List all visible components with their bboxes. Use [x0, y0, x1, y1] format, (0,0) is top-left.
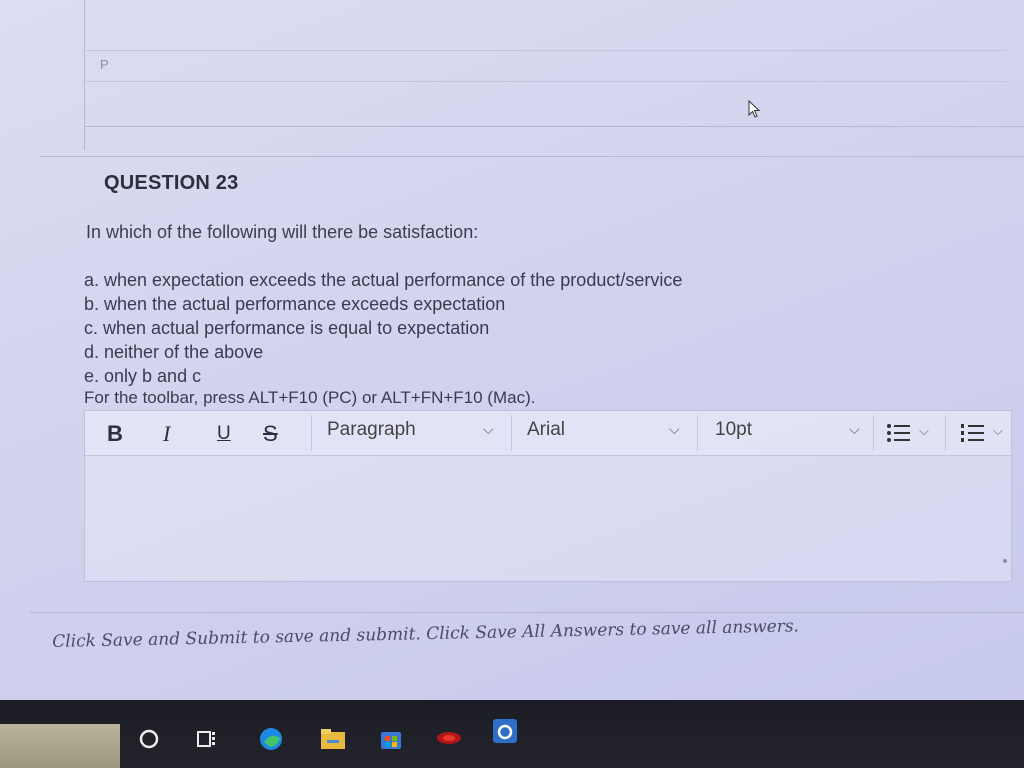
chevron-down-icon: ⌵	[993, 423, 1003, 438]
question-title: QUESTION 23	[104, 172, 239, 194]
numbered-list-button[interactable]: ⌵	[959, 419, 1011, 447]
option-c: c. when actual performance is equal to e…	[84, 318, 490, 338]
bullet-list-icon	[887, 424, 910, 442]
chevron-down-icon: ⌵	[849, 421, 860, 437]
previous-answer-text: P	[100, 57, 109, 72]
submit-instruction: Click Save and Submit to save and submit…	[52, 616, 800, 652]
resize-handle[interactable]	[1003, 559, 1007, 563]
app-icon[interactable]	[434, 724, 464, 754]
file-explorer-icon[interactable]	[318, 724, 348, 754]
answer-options: a. when expectation exceeds the actual p…	[84, 268, 682, 388]
numbered-list-icon	[961, 424, 984, 442]
question-text: In which of the following will there be …	[86, 222, 479, 242]
task-view-icon[interactable]	[192, 724, 222, 754]
option-a: a. when expectation exceeds the actual p…	[84, 270, 683, 290]
answer-editor: B I U S Paragraph ⌵ Arial ⌵ 10pt ⌵ ⌵ ⌵	[84, 410, 1012, 582]
editor-text-area[interactable]	[85, 456, 1011, 580]
strikethrough-button[interactable]: S	[263, 421, 278, 447]
paragraph-format-select[interactable]: Paragraph ⌵	[327, 419, 497, 447]
section-divider	[84, 126, 1024, 127]
bold-button[interactable]: B	[107, 421, 123, 447]
toolbar-separator	[945, 415, 946, 451]
store-icon[interactable]	[376, 724, 406, 754]
edge-icon[interactable]	[256, 724, 286, 754]
underline-button[interactable]: U	[217, 423, 231, 445]
chevron-down-icon: ⌵	[669, 421, 680, 437]
font-size-value: 10pt	[715, 419, 752, 440]
previous-answer-box: P	[86, 50, 1006, 82]
option-d: d. neither of the above	[84, 342, 264, 362]
chevron-down-icon: ⌵	[919, 423, 929, 438]
toolbar-hint: For the toolbar, press ALT+F10 (PC) or A…	[84, 388, 536, 407]
toolbar-separator	[873, 415, 874, 451]
font-family-select[interactable]: Arial ⌵	[527, 419, 695, 447]
font-family-value: Arial	[527, 419, 566, 440]
mouse-cursor-icon	[748, 99, 762, 118]
search-icon[interactable]	[134, 724, 164, 754]
section-divider	[30, 612, 1024, 613]
option-b: b. when the actual performance exceeds e…	[84, 294, 506, 314]
section-divider	[40, 156, 1024, 157]
toolbar-separator	[697, 415, 698, 451]
desktop-edge	[0, 724, 120, 768]
toolbar-separator	[511, 415, 512, 451]
font-size-select[interactable]: 10pt ⌵	[715, 419, 865, 447]
chevron-down-icon: ⌵	[483, 421, 494, 437]
editor-toolbar: B I U S Paragraph ⌵ Arial ⌵ 10pt ⌵ ⌵ ⌵	[85, 411, 1011, 456]
outlook-icon[interactable]	[490, 716, 520, 746]
left-border	[84, 0, 85, 150]
option-e: e. only b and c	[84, 366, 202, 386]
toolbar-separator	[311, 415, 312, 451]
italic-button[interactable]: I	[163, 421, 170, 447]
paragraph-format-value: Paragraph	[327, 419, 416, 440]
bullet-list-button[interactable]: ⌵	[885, 419, 937, 447]
